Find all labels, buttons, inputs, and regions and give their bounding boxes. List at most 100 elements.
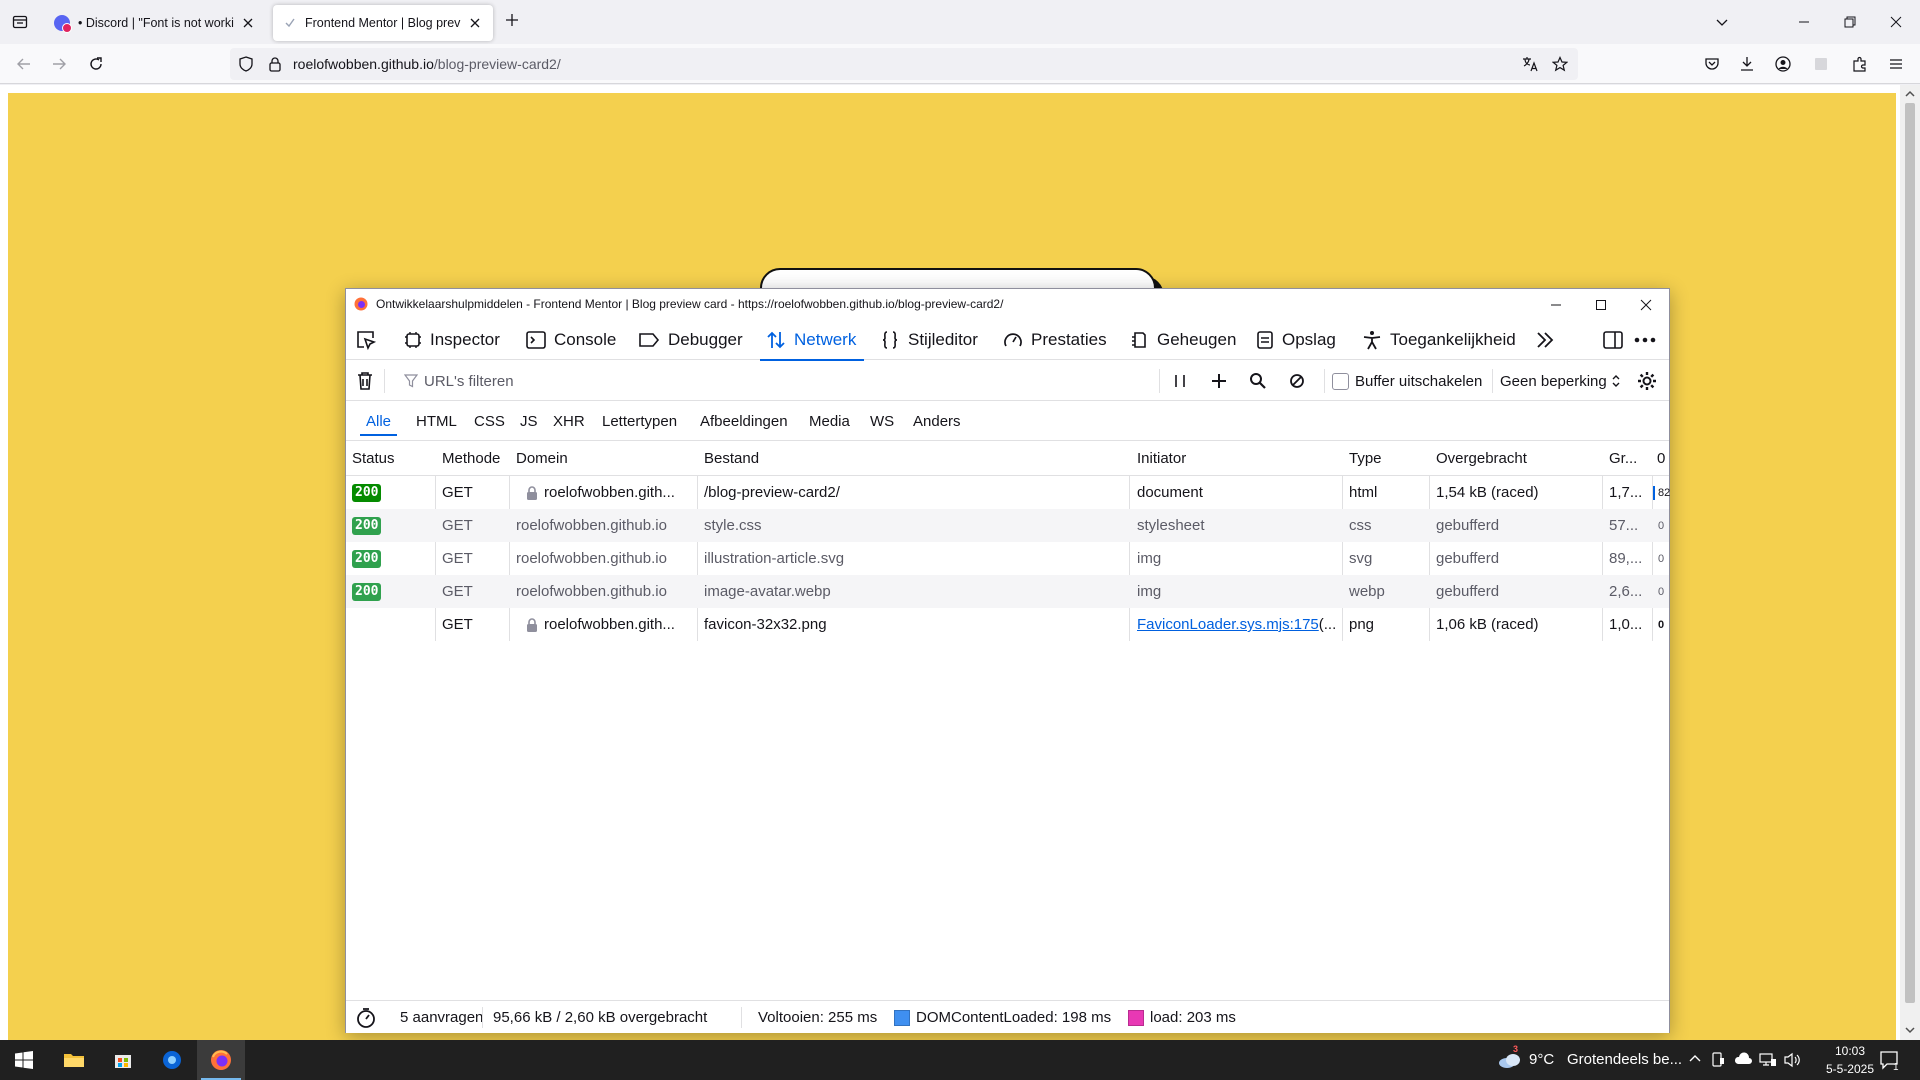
more-tools-chevrons-icon[interactable]	[1535, 320, 1555, 360]
settings-gear-icon[interactable]	[1636, 361, 1658, 401]
tab-storage[interactable]: Opslag	[1256, 320, 1336, 360]
firefox-view-icon[interactable]	[8, 10, 32, 34]
url-filter-field[interactable]: URL's filteren	[404, 361, 514, 401]
close-window-icon[interactable]	[1634, 293, 1658, 317]
tab-performance[interactable]: Prestaties	[1003, 320, 1107, 360]
request-method: GET	[442, 550, 473, 567]
column-header-domain[interactable]: Domein	[516, 441, 568, 475]
tab-discord[interactable]: • Discord | "Font is not working	[44, 5, 266, 41]
weather-description[interactable]: Grotendeels be...	[1567, 1051, 1682, 1068]
type-filter-media[interactable]: Media	[803, 408, 856, 434]
downloads-icon[interactable]	[1735, 52, 1759, 76]
table-row[interactable]: 200 GET roelofwobben.github.io image-ava…	[346, 575, 1669, 608]
url-text[interactable]: roelofwobben.github.io/blog-preview-card…	[293, 56, 561, 72]
minimize-icon[interactable]	[1792, 10, 1816, 34]
back-arrow-icon[interactable]	[12, 52, 36, 76]
pocket-icon[interactable]	[1700, 52, 1724, 76]
type-filter-ws[interactable]: WS	[864, 408, 900, 434]
close-icon[interactable]	[467, 15, 483, 31]
minimize-icon[interactable]	[1544, 293, 1568, 317]
block-requests-icon[interactable]	[1289, 361, 1305, 401]
new-tab-plus-icon[interactable]	[504, 12, 524, 32]
tab-list-chevron-icon[interactable]	[1710, 10, 1734, 34]
pick-element-button[interactable]	[355, 320, 377, 360]
close-icon[interactable]	[240, 15, 256, 31]
initiator-link[interactable]: FaviconLoader.sys.mjs:175	[1137, 616, 1319, 633]
extensions-puzzle-icon[interactable]	[1848, 52, 1872, 76]
column-header-type[interactable]: Type	[1349, 441, 1382, 475]
type-filter-js[interactable]: JS	[514, 408, 544, 434]
column-header-transferred[interactable]: Overgebracht	[1436, 441, 1527, 475]
device-icon[interactable]	[1711, 1052, 1725, 1068]
tab-console[interactable]: Console	[526, 320, 616, 360]
maximize-icon[interactable]	[1589, 293, 1613, 317]
filter-funnel-icon	[404, 374, 418, 388]
type-filter-fonts[interactable]: Lettertypen	[596, 408, 683, 434]
restore-icon[interactable]	[1838, 10, 1862, 34]
bookmark-star-icon[interactable]	[1552, 56, 1568, 72]
outlook-app-icon[interactable]	[148, 1040, 196, 1080]
translate-icon[interactable]	[1522, 56, 1538, 72]
type-filter-html[interactable]: HTML	[410, 408, 463, 434]
type-filter-images[interactable]: Afbeeldingen	[694, 408, 794, 434]
vertical-scrollbar[interactable]	[1900, 85, 1920, 1040]
weather-temperature[interactable]: 9°C	[1529, 1051, 1554, 1068]
clock-date[interactable]: 5-5-2025	[1812, 1062, 1888, 1076]
request-size: 1,0...	[1609, 616, 1643, 633]
tab-debugger[interactable]: Debugger	[638, 320, 743, 360]
search-icon[interactable]	[1249, 361, 1267, 401]
column-header-size[interactable]: Gr...	[1609, 441, 1637, 475]
dock-side-icon[interactable]	[1602, 320, 1624, 360]
type-filter-other[interactable]: Anders	[907, 408, 967, 434]
account-icon[interactable]	[1771, 52, 1795, 76]
firefox-taskbar-icon[interactable]	[197, 1040, 245, 1080]
pause-icon[interactable]	[1173, 361, 1187, 401]
scroll-down-arrow-icon[interactable]	[1905, 1025, 1915, 1035]
network-monitor-icon[interactable]	[1759, 1052, 1777, 1068]
tab-network[interactable]: Netwerk	[759, 320, 865, 361]
table-row[interactable]: 200 GET roelofwobben.gith... /blog-previ…	[346, 476, 1670, 509]
volume-speaker-icon[interactable]	[1783, 1052, 1801, 1068]
type-filter-xhr[interactable]: XHR	[547, 408, 591, 434]
stopwatch-icon[interactable]	[356, 1001, 376, 1034]
column-header-method[interactable]: Methode	[442, 441, 500, 475]
forward-arrow-icon[interactable]	[47, 52, 71, 76]
hamburger-menu-icon[interactable]	[1884, 52, 1908, 76]
column-header-file[interactable]: Bestand	[704, 441, 759, 475]
tab-style-editor[interactable]: Stijleditor	[880, 320, 978, 360]
tab-memory[interactable]: Geheugen	[1129, 320, 1236, 360]
clear-trash-icon[interactable]	[356, 361, 374, 401]
column-header-status[interactable]: Status	[352, 441, 395, 475]
tab-inspector[interactable]: Inspector	[404, 320, 500, 360]
table-row[interactable]: 200 GET roelofwobben.github.io style.css…	[346, 509, 1669, 542]
buffer-disable-checkbox[interactable]: Buffer uitschakelen	[1332, 361, 1482, 401]
more-options-ellipsis-icon[interactable]	[1634, 320, 1656, 360]
extension-placeholder-icon[interactable]	[1809, 52, 1833, 76]
tab-frontend-mentor[interactable]: Frontend Mentor | Blog preview	[273, 5, 493, 41]
table-row[interactable]: GET roelofwobben.gith... favicon-32x32.p…	[346, 608, 1669, 641]
checkbox-box[interactable]	[1332, 372, 1349, 390]
onedrive-cloud-icon[interactable]	[1734, 1052, 1752, 1066]
microsoft-store-icon[interactable]	[99, 1040, 147, 1080]
add-request-plus-icon[interactable]	[1211, 361, 1227, 401]
scroll-up-arrow-icon[interactable]	[1905, 89, 1915, 99]
column-header-initiator[interactable]: Initiator	[1137, 441, 1186, 475]
shield-icon[interactable]	[238, 56, 254, 72]
scrollbar-thumb[interactable]	[1905, 103, 1915, 1003]
load-label: load: 203 ms	[1150, 1009, 1236, 1026]
show-hidden-icons-chevron-icon[interactable]	[1688, 1052, 1702, 1066]
file-explorer-icon[interactable]	[50, 1040, 98, 1080]
throttle-select[interactable]: Geen beperking	[1500, 361, 1620, 401]
windows-start-icon[interactable]	[0, 1040, 48, 1080]
column-header-waterfall[interactable]: 0	[1657, 441, 1665, 475]
close-window-icon[interactable]	[1884, 10, 1908, 34]
type-filter-all[interactable]: Alle	[360, 408, 398, 436]
url-bar[interactable]: roelofwobben.github.io/blog-preview-card…	[230, 48, 1578, 80]
lock-icon[interactable]	[268, 56, 282, 72]
reload-icon[interactable]	[84, 52, 108, 76]
weather-cloud-icon[interactable]	[1497, 1050, 1523, 1070]
table-row[interactable]: 200 GET roelofwobben.github.io illustrat…	[346, 542, 1669, 575]
type-filter-css[interactable]: CSS	[468, 408, 511, 434]
tab-accessibility[interactable]: Toegankelijkheid	[1362, 320, 1516, 360]
clock-time[interactable]: 10:03	[1820, 1044, 1880, 1058]
